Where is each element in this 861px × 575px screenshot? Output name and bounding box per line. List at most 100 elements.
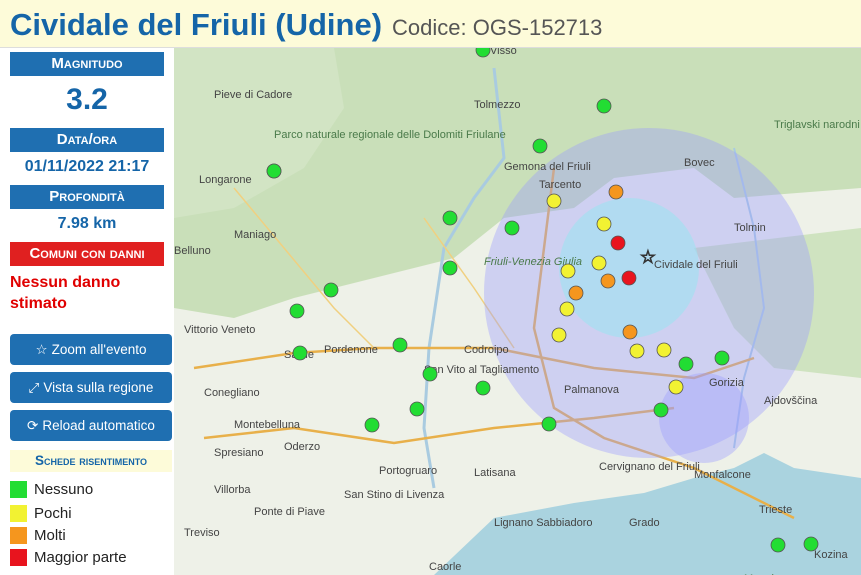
report-marker[interactable] <box>610 235 626 251</box>
report-marker[interactable] <box>504 220 520 236</box>
report-marker[interactable] <box>546 193 562 209</box>
report-marker[interactable] <box>600 273 616 289</box>
header: Cividale del Friuli (Udine) Codice: OGS-… <box>0 0 861 48</box>
damage-value: Nessun danno stimato <box>10 274 121 312</box>
event-code: Codice: OGS-152713 <box>392 15 603 40</box>
legend-label: Maggior parte <box>34 548 127 566</box>
report-marker[interactable] <box>656 342 672 358</box>
place-label: Portogruaro <box>379 465 437 477</box>
place-label: Ponte di Piave <box>254 506 325 518</box>
expand-arrows-icon: ⤢ <box>28 380 40 395</box>
place-label: Treviso <box>184 527 220 539</box>
report-marker[interactable] <box>668 379 684 395</box>
map-canvas[interactable]: Visso Tolmezzo Pieve di Cadore Longarone Gem… <box>174 48 861 575</box>
report-marker[interactable] <box>364 417 380 433</box>
place-label: Pordenone <box>324 344 378 356</box>
legend-label: Molti <box>34 526 66 544</box>
report-marker[interactable] <box>442 210 458 226</box>
place-label: Conegliano <box>204 387 260 399</box>
place-label: Cervignano del Friuli <box>599 461 700 473</box>
auto-reload-button[interactable]: ⟳ Reload automatico <box>10 410 172 441</box>
place-label: Maniago <box>234 229 276 241</box>
place-label: Grado <box>629 517 660 529</box>
report-marker[interactable] <box>591 255 607 271</box>
place-label: Tarcento <box>539 179 581 191</box>
report-marker[interactable] <box>422 366 438 382</box>
star-outline-icon: ☆ <box>35 342 48 357</box>
region-view-button[interactable]: ⤢ Vista sulla regione <box>10 372 172 403</box>
report-marker[interactable] <box>289 303 305 319</box>
place-label: Caorle <box>429 561 461 573</box>
region-view-label: Vista sulla regione <box>43 380 154 395</box>
place-label: Spresiano <box>214 447 264 459</box>
legend-label: Pochi <box>34 504 72 522</box>
report-marker[interactable] <box>596 216 612 232</box>
place-label: Pieve di Cadore <box>214 89 292 101</box>
datetime-value: 01/11/2022 21:17 <box>24 158 150 175</box>
zoom-event-label: Zoom all'evento <box>51 342 147 357</box>
legend-item-pochi: Pochi <box>10 502 72 524</box>
star-icon[interactable]: ☆ <box>639 247 656 269</box>
sidebar: Magnitudo 3.2 Data/ora 01/11/2022 21:17 … <box>0 48 174 575</box>
place-label: Longarone <box>199 174 252 186</box>
report-marker[interactable] <box>803 536 819 552</box>
legend-swatch <box>10 526 27 544</box>
place-label: Triglavski narodni park <box>774 119 861 131</box>
report-marker[interactable] <box>678 356 694 372</box>
legend-label: Nessuno <box>34 480 94 498</box>
report-marker[interactable] <box>714 350 730 366</box>
place-label: Gorizia <box>709 377 745 389</box>
place-label: Oderzo <box>284 441 320 453</box>
map-view[interactable]: Visso Tolmezzo Pieve di Cadore Longarone Gem… <box>174 48 861 575</box>
report-marker[interactable] <box>292 345 308 361</box>
page-title: Cividale del Friuli (Udine) <box>10 7 383 42</box>
damage-label: Comuni con danni <box>10 242 164 266</box>
place-label: Cividale del Friuli <box>654 259 738 271</box>
place-label: Belluno <box>174 245 211 257</box>
legend-swatch <box>10 548 27 566</box>
report-marker[interactable] <box>323 282 339 298</box>
place-label: Parco naturale regionale delle Dolomiti … <box>274 129 506 141</box>
report-marker[interactable] <box>608 184 624 200</box>
zoom-event-button[interactable]: ☆ Zoom all'evento <box>10 334 172 365</box>
report-marker[interactable] <box>653 402 669 418</box>
auto-reload-label: Reload automatico <box>42 418 155 433</box>
place-label: San Vito al Tagliamento <box>424 364 539 376</box>
place-label: Tolmezzo <box>474 99 520 111</box>
report-marker[interactable] <box>629 343 645 359</box>
report-marker[interactable] <box>622 324 638 340</box>
report-marker[interactable] <box>568 285 584 301</box>
place-label: Palmanova <box>564 384 620 396</box>
report-marker[interactable] <box>442 260 458 276</box>
report-marker[interactable] <box>409 401 425 417</box>
refresh-icon: ⟳ <box>27 418 39 433</box>
magnitude-label: Magnitudo <box>10 52 164 76</box>
place-label: Vittorio Veneto <box>184 324 255 336</box>
place-label: San Stino di Livenza <box>344 489 445 501</box>
place-label: Monfalcone <box>694 469 751 481</box>
legend-item-maggior-parte: Maggior parte <box>10 546 127 568</box>
report-marker[interactable] <box>475 380 491 396</box>
report-marker[interactable] <box>621 270 637 286</box>
report-marker[interactable] <box>551 327 567 343</box>
report-marker[interactable] <box>596 98 612 114</box>
place-label: Kozina <box>814 549 849 561</box>
magnitude-value: 3.2 <box>66 83 108 116</box>
place-label: Villorba <box>214 484 251 496</box>
report-marker[interactable] <box>559 301 575 317</box>
legend-swatch <box>10 480 27 498</box>
report-marker[interactable] <box>770 537 786 553</box>
report-marker[interactable] <box>532 138 548 154</box>
report-marker[interactable] <box>541 416 557 432</box>
place-label: Trieste <box>759 504 792 516</box>
place-label: Montebelluna <box>234 419 301 431</box>
place-label: Visso <box>490 48 517 57</box>
place-label: Codroipo <box>464 344 509 356</box>
legend-title: Schede risentimento <box>10 450 172 472</box>
legend-item-molti: Molti <box>10 524 66 546</box>
depth-label: Profondità <box>10 185 164 209</box>
report-marker[interactable] <box>392 337 408 353</box>
depth-value: 7.98 km <box>57 215 117 232</box>
report-marker[interactable] <box>266 163 282 179</box>
report-marker[interactable] <box>560 263 576 279</box>
